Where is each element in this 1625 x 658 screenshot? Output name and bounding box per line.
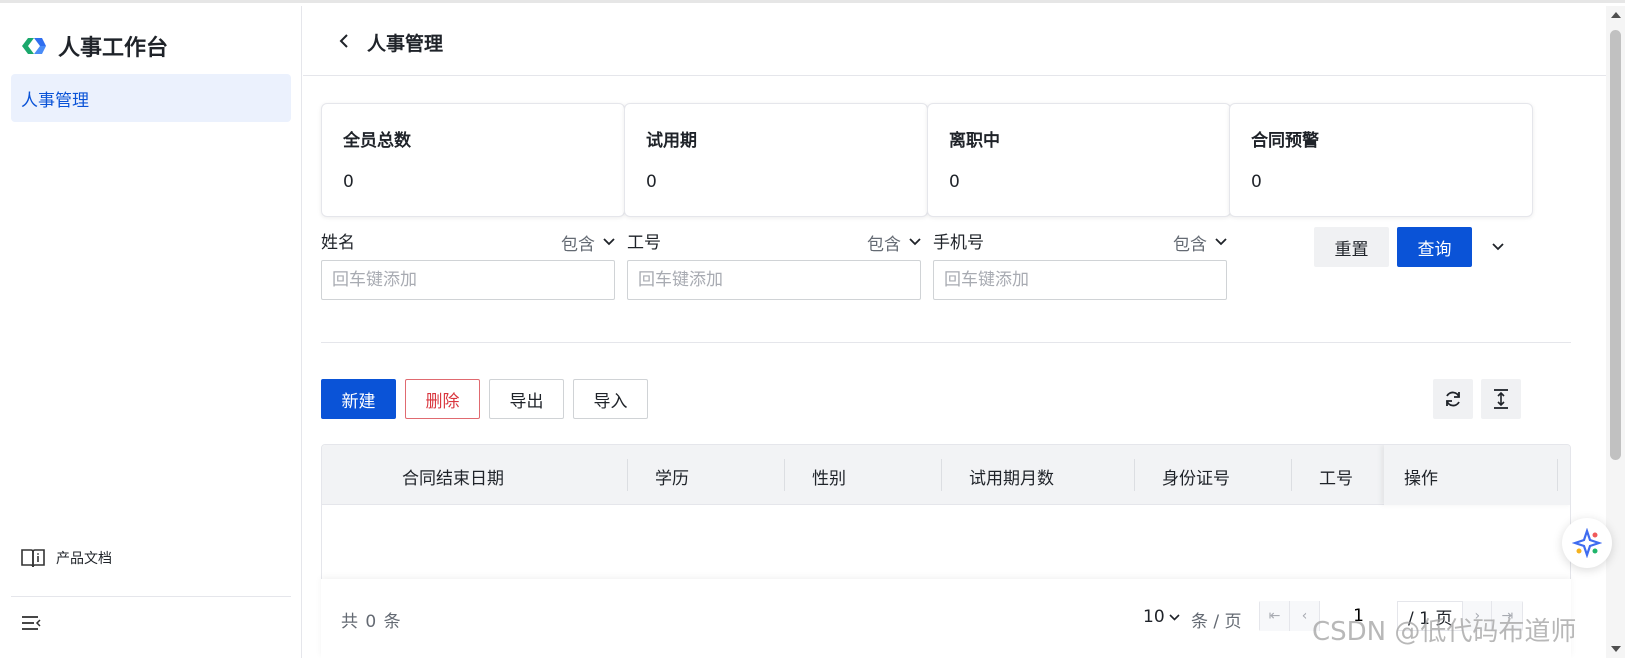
chevron-down-icon: [1215, 238, 1227, 246]
main-content: 人事管理 全员总数 0 试用期 0 离职中 0 合同预警 0 姓名 包含 回车键…: [303, 6, 1606, 658]
column-header[interactable]: 身份证号: [1162, 464, 1230, 489]
filter-mode-dropdown[interactable]: 包含: [867, 228, 921, 256]
fixed-column-header: 操作: [1384, 445, 1570, 505]
row-height-icon: [1494, 389, 1508, 409]
section-divider: [321, 342, 1571, 343]
column-header[interactable]: 工号: [1319, 464, 1353, 489]
column-header[interactable]: 试用期月数: [969, 464, 1054, 489]
app-logo-icon: [22, 38, 46, 54]
sidebar: 人事工作台 人事管理 产品文档: [0, 6, 302, 658]
filter-mode-label: 包含: [1173, 234, 1207, 255]
total-count: 共 0 条: [341, 612, 402, 632]
page-scrollbar[interactable]: [1606, 6, 1625, 658]
stat-label: 试用期: [646, 131, 697, 151]
per-page-label: 条 / 页: [1191, 612, 1242, 632]
filter-name: 姓名 包含: [321, 228, 615, 300]
book-icon: [21, 549, 45, 568]
stat-value: 0: [949, 172, 960, 192]
import-button[interactable]: 导入: [573, 379, 648, 419]
employee-id-input[interactable]: [627, 260, 921, 300]
phone-input[interactable]: [933, 260, 1227, 300]
column-divider: [1557, 459, 1558, 491]
stat-label: 全员总数: [343, 131, 411, 151]
column-header[interactable]: 学历: [655, 464, 689, 489]
column-header[interactable]: 性别: [812, 464, 846, 489]
column-divider[interactable]: [941, 459, 942, 491]
first-page-icon[interactable]: ⇤: [1260, 601, 1290, 631]
stat-card-total-staff[interactable]: 全员总数 0: [321, 103, 625, 217]
chevron-down-icon: [1169, 613, 1180, 621]
watermark: CSDN @低代码布道师: [1312, 617, 1577, 647]
filter-mode-label: 包含: [561, 234, 595, 255]
column-header[interactable]: 合同结束日期: [402, 464, 504, 489]
app-frame: 人事工作台 人事管理 产品文档 人事管理 全员总数 0 试用期 0 离职中 0 …: [0, 0, 1625, 658]
table-header: 合同结束日期 学历 性别 试用期月数 身份证号 工号 操作: [322, 445, 1570, 505]
page-title: 人事管理: [367, 33, 444, 55]
collapse-menu-icon[interactable]: [20, 612, 42, 634]
export-button[interactable]: 导出: [489, 379, 564, 419]
filter-mode-dropdown[interactable]: 包含: [1173, 228, 1227, 256]
scroll-up-icon[interactable]: [1611, 12, 1621, 18]
column-divider[interactable]: [627, 459, 628, 491]
product-docs-link[interactable]: 产品文档: [20, 546, 112, 570]
back-chevron-icon[interactable]: [335, 31, 355, 51]
stat-card-contract-warning[interactable]: 合同预警 0: [1229, 103, 1533, 217]
delete-button[interactable]: 删除: [405, 379, 480, 419]
filter-label: 工号: [627, 233, 661, 253]
stat-label: 合同预警: [1251, 131, 1319, 151]
product-docs-label: 产品文档: [56, 551, 112, 567]
column-header-actions: 操作: [1404, 469, 1438, 489]
ai-assistant-button[interactable]: [1562, 518, 1612, 568]
scroll-thumb[interactable]: [1610, 30, 1621, 460]
stat-label: 离职中: [949, 131, 1000, 151]
filter-label: 姓名: [321, 233, 355, 253]
brand-title: 人事工作台: [58, 36, 169, 61]
column-divider[interactable]: [1291, 459, 1292, 491]
scroll-down-icon[interactable]: [1611, 646, 1621, 652]
column-divider[interactable]: [1134, 459, 1135, 491]
sidebar-item-hr-management[interactable]: 人事管理: [11, 74, 291, 122]
column-divider[interactable]: [784, 459, 785, 491]
filter-mode-label: 包含: [867, 234, 901, 255]
reset-button[interactable]: 重置: [1314, 227, 1389, 267]
name-input[interactable]: [321, 260, 615, 300]
filter-employee-id: 工号 包含: [627, 228, 921, 300]
page-size-select[interactable]: 10: [1143, 607, 1180, 627]
stat-value: 0: [1251, 172, 1262, 192]
page-header: 人事管理: [303, 6, 1606, 76]
chevron-down-icon: [603, 238, 615, 246]
refresh-icon: [1446, 391, 1460, 407]
stat-card-resigning[interactable]: 离职中 0: [927, 103, 1231, 217]
expand-filters-chevron-icon[interactable]: [1491, 242, 1505, 252]
filter-phone: 手机号 包含: [933, 228, 1227, 300]
refresh-button[interactable]: [1433, 379, 1473, 419]
chevron-down-icon: [909, 238, 921, 246]
page-size-value: 10: [1143, 607, 1165, 627]
filter-label: 手机号: [933, 233, 984, 253]
sidebar-divider: [11, 596, 291, 597]
brand[interactable]: 人事工作台: [20, 30, 168, 62]
stat-value: 0: [646, 172, 657, 192]
new-button[interactable]: 新建: [321, 379, 396, 419]
query-button[interactable]: 查询: [1397, 227, 1472, 267]
stat-value: 0: [343, 172, 354, 192]
sparkle-logo-icon: [1572, 528, 1602, 558]
filter-mode-dropdown[interactable]: 包含: [561, 228, 615, 256]
row-height-button[interactable]: [1481, 379, 1521, 419]
stat-card-probation[interactable]: 试用期 0: [624, 103, 928, 217]
